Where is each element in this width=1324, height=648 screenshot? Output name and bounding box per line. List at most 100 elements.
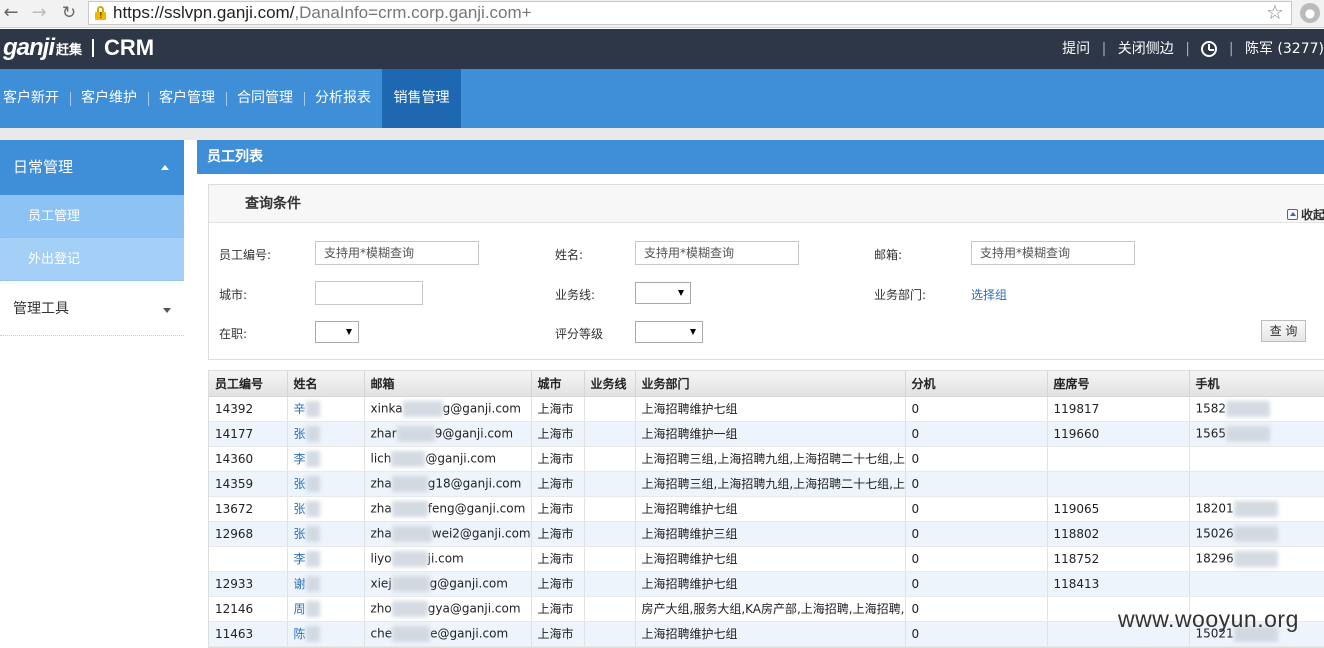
cell-phone: 1565 <box>1189 421 1324 447</box>
cell-bizline <box>584 621 636 647</box>
tab-customer-maintain[interactable]: 客户维护 <box>78 69 140 128</box>
grade-select[interactable] <box>635 321 703 343</box>
close-sidebar-link[interactable]: 关闭侧边 <box>1118 29 1174 69</box>
forward-arrow-icon[interactable]: → <box>28 2 50 24</box>
cell-bizline <box>584 571 636 597</box>
emp-no-input[interactable] <box>315 241 479 265</box>
col-city[interactable]: 城市 <box>531 371 585 397</box>
cell-seat: 119817 <box>1047 396 1190 422</box>
table-row[interactable]: 14360 李 lich @ganji.com 上海市 上海招聘三组,上海招聘九组,上海招… <box>209 446 1324 472</box>
col-ext[interactable]: 分机 <box>905 371 1048 397</box>
city-input[interactable] <box>315 281 423 305</box>
caret-down-icon <box>163 308 171 313</box>
ask-question-link[interactable]: 提问 <box>1062 29 1090 69</box>
cell-bizline <box>584 546 636 572</box>
sidebar-group-daily[interactable]: 日常管理 <box>0 140 184 195</box>
table-header-row: 员工编号 姓名 邮箱 城市 业务线 业务部门 分机 座席号 手机 <box>209 371 1324 397</box>
user-name[interactable]: 陈军 (3277) <box>1245 29 1324 69</box>
alarm-clock-icon[interactable] <box>1201 41 1218 57</box>
cell-seat: 119660 <box>1047 421 1190 447</box>
back-arrow-icon[interactable]: ← <box>0 2 22 24</box>
table-row[interactable]: 12933 谢 xiej g@ganji.com 上海市 上海招聘维护七组 0 118413 <box>209 571 1324 597</box>
reload-icon[interactable]: ↻ <box>58 2 80 24</box>
col-email[interactable]: 邮箱 <box>364 371 532 397</box>
cell-city: 上海市 <box>531 496 585 522</box>
cell-email: zha wei2@ganji.com <box>364 521 532 547</box>
table-row[interactable]: 李 liyo ji.com 上海市 上海招聘维护七组 0 118752 18296 <box>209 546 1324 572</box>
redacted-blur <box>391 450 426 467</box>
cell-bizline <box>584 421 636 447</box>
onjob-select[interactable] <box>315 321 359 343</box>
cell-email: lich @ganji.com <box>364 446 532 472</box>
cell-dept: 上海招聘维护三组 <box>635 521 906 547</box>
bizline-select[interactable] <box>635 282 691 304</box>
table-row[interactable]: 14359 张 zha g18@ganji.com 上海市 上海招聘三组,上海招聘九组,上… <box>209 471 1324 497</box>
cell-name[interactable]: 张 <box>287 421 365 447</box>
cell-emp-no: 14360 <box>209 446 288 472</box>
bookmark-star-icon[interactable]: ☆ <box>1266 0 1284 24</box>
cell-emp-no <box>209 546 288 572</box>
table-row[interactable]: 13672 张 zha feng@ganji.com 上海市 上海招聘维护七组 0 11906… <box>209 496 1324 522</box>
cell-seat: 119065 <box>1047 496 1190 522</box>
col-bizline[interactable]: 业务线 <box>584 371 636 397</box>
table-row[interactable]: 14177 张 zhar 9@ganji.com 上海市 上海招聘维护一组 0 119660 1… <box>209 421 1324 447</box>
cell-name[interactable]: 辛 <box>287 396 365 422</box>
cell-dept: 房产大组,服务大组,KA房产部,上海招聘,上海招聘, <box>635 596 906 622</box>
collapse-toggle[interactable]: 收起 <box>1286 196 1324 234</box>
cell-ext: 0 <box>905 596 1048 622</box>
redacted-blur <box>1233 525 1278 542</box>
table-row[interactable]: 14392 辛 xinka g@ganji.com 上海市 上海招聘维护七组 0 119817… <box>209 396 1324 422</box>
panel-title: 员工列表 <box>197 140 1324 174</box>
url-text[interactable]: https://sslvpn.ganji.com/,DanaInfo=crm.c… <box>113 3 532 23</box>
cell-emp-no: 12146 <box>209 596 288 622</box>
redacted-blur <box>305 426 320 443</box>
cell-dept: 上海招聘维护七组 <box>635 546 906 572</box>
email-input[interactable] <box>971 241 1135 265</box>
sidebar-item-outing-register[interactable]: 外出登记 <box>0 238 184 281</box>
query-button[interactable]: 查 询 <box>1261 320 1306 342</box>
cell-name[interactable]: 李 <box>287 546 365 572</box>
main-nav: 客户新开 客户维护 客户管理 合同管理 分析报表 销售管理 <box>0 69 1324 128</box>
caret-up-icon <box>161 165 169 170</box>
watermark: www.wooyun.org <box>1118 606 1299 632</box>
col-name[interactable]: 姓名 <box>287 371 365 397</box>
cell-ext: 0 <box>905 496 1048 522</box>
sidebar-group-tools[interactable]: 管理工具 <box>0 283 184 336</box>
cell-emp-no: 14392 <box>209 396 288 422</box>
cell-ext: 0 <box>905 471 1048 497</box>
tab-customer-manage[interactable]: 客户管理 <box>156 69 218 128</box>
cell-name[interactable]: 张 <box>287 471 365 497</box>
tab-analysis-report[interactable]: 分析报表 <box>312 69 374 128</box>
redacted-blur <box>392 625 431 642</box>
table-row[interactable]: 12968 张 zha wei2@ganji.com 上海市 上海招聘维护三组 0 11880… <box>209 521 1324 547</box>
cell-name[interactable]: 张 <box>287 521 365 547</box>
cell-name[interactable]: 谢 <box>287 571 365 597</box>
col-phone[interactable]: 手机 <box>1189 371 1324 397</box>
cell-name[interactable]: 陈 <box>287 621 365 647</box>
extension-icon[interactable]: ● <box>1300 3 1320 23</box>
cell-emp-no: 13672 <box>209 496 288 522</box>
cell-name[interactable]: 周 <box>287 596 365 622</box>
cell-ext: 0 <box>905 571 1048 597</box>
col-seat[interactable]: 座席号 <box>1047 371 1190 397</box>
cell-city: 上海市 <box>531 446 585 472</box>
redacted-blur <box>391 600 428 617</box>
cell-city: 上海市 <box>531 421 585 447</box>
col-dept[interactable]: 业务部门 <box>635 371 906 397</box>
sidebar-item-employee-manage[interactable]: 员工管理 <box>0 195 184 238</box>
cell-name[interactable]: 张 <box>287 496 365 522</box>
redacted-blur <box>305 401 320 418</box>
cell-name[interactable]: 李 <box>287 446 365 472</box>
cell-email: xiej g@ganji.com <box>364 571 532 597</box>
select-group-link[interactable]: 选择组 <box>971 286 1007 303</box>
tab-customer-new[interactable]: 客户新开 <box>0 69 62 128</box>
cell-dept: 上海招聘三组,上海招聘九组,上海招聘二十七组,上 <box>635 471 906 497</box>
cell-city: 上海市 <box>531 621 585 647</box>
name-input[interactable] <box>635 241 799 265</box>
address-bar[interactable]: ! https://sslvpn.ganji.com/,DanaInfo=crm… <box>88 1 1292 25</box>
redacted-blur <box>305 476 320 493</box>
browser-toolbar: ← → ↻ ! https://sslvpn.ganji.com/,DanaIn… <box>0 0 1324 28</box>
tab-sales-manage[interactable]: 销售管理 <box>382 69 461 128</box>
tab-contract-manage[interactable]: 合同管理 <box>234 69 296 128</box>
col-emp-no[interactable]: 员工编号 <box>209 371 288 397</box>
